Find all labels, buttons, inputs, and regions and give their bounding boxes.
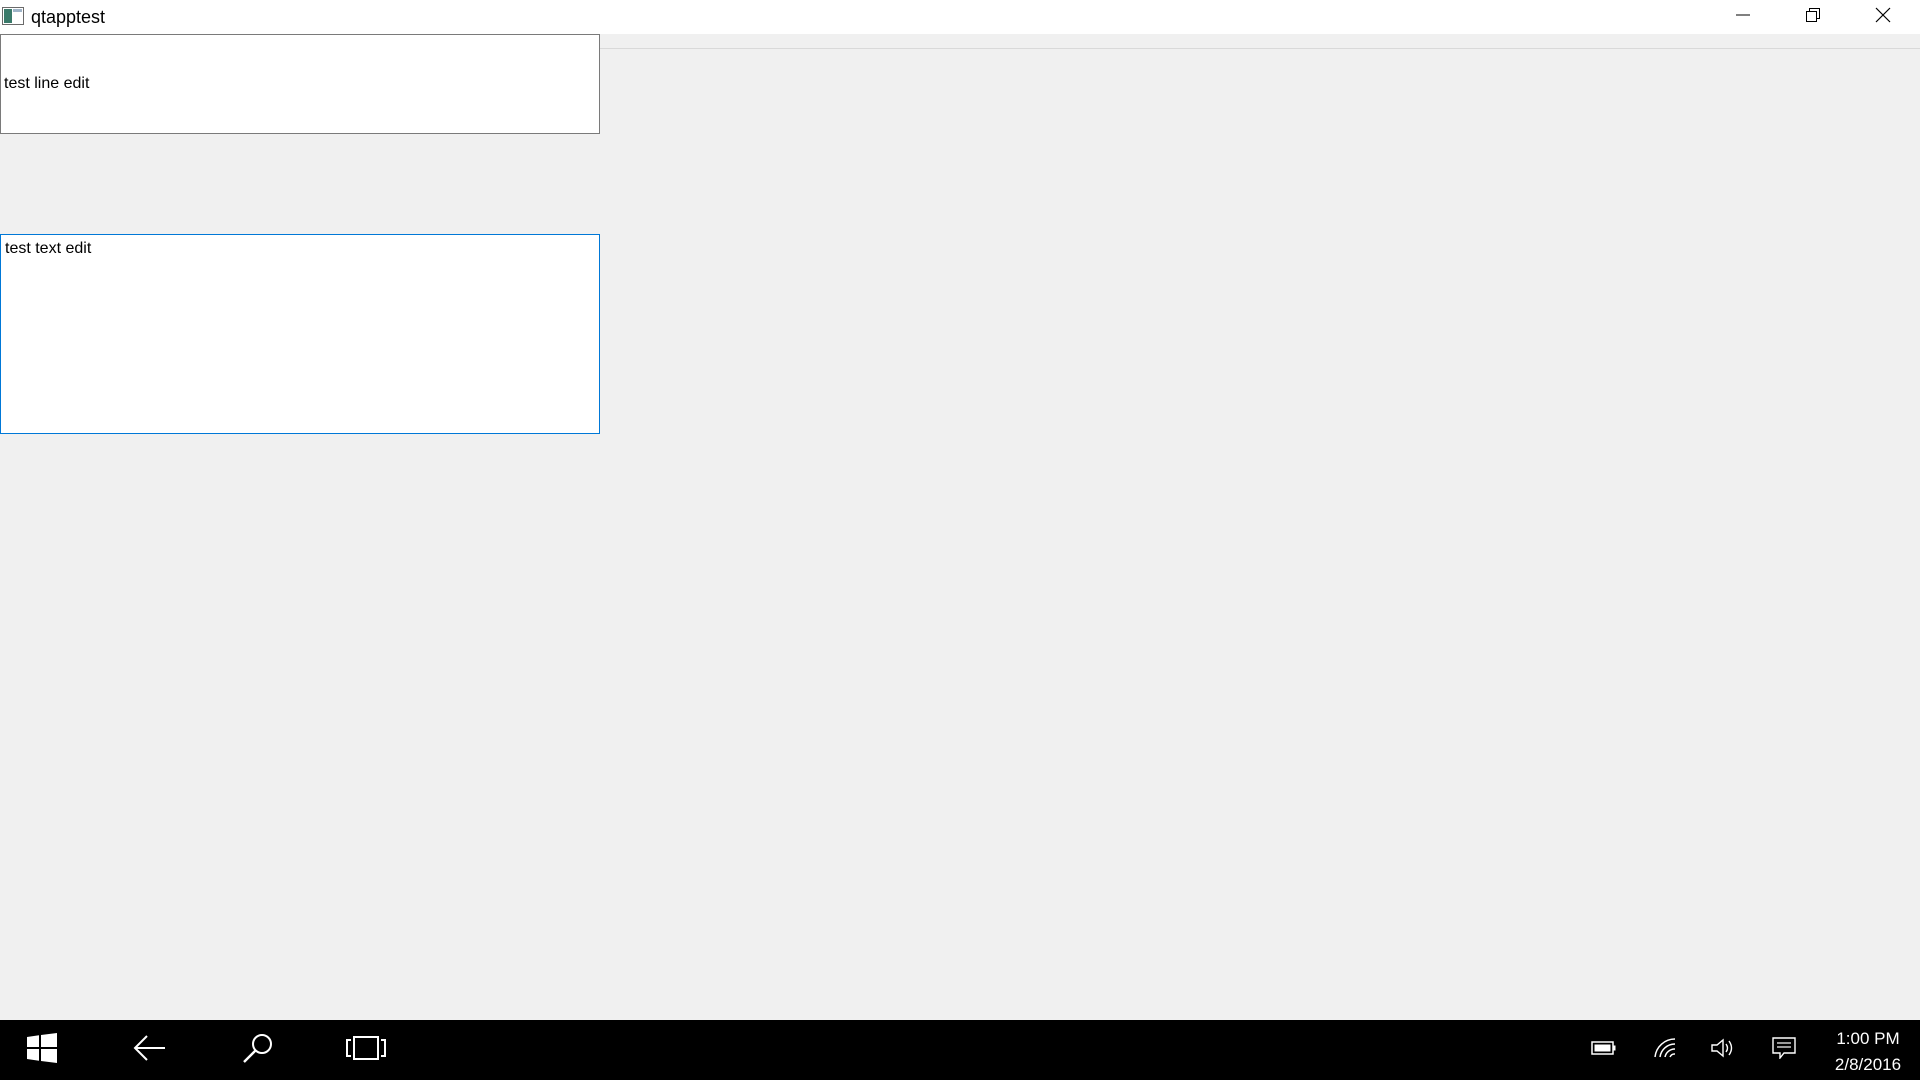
restore-button[interactable] [1778, 0, 1848, 34]
taskbar: 1:00 PM 2/8/2016 [0, 1020, 1920, 1080]
volume-icon [1710, 1037, 1736, 1064]
window-title: qtapptest [31, 7, 106, 27]
back-arrow-icon [133, 1034, 167, 1067]
wifi-icon [1653, 1037, 1677, 1064]
volume-tray-button[interactable] [1699, 1020, 1747, 1080]
action-center-icon [1772, 1036, 1796, 1064]
clock-date: 2/8/2016 [1834, 1055, 1902, 1074]
back-button[interactable] [120, 1020, 180, 1080]
clock-time: 1:00 PM [1836, 1029, 1900, 1048]
maximize-icon [1805, 7, 1821, 28]
search-icon [242, 1032, 274, 1069]
task-view-icon [346, 1035, 386, 1066]
text-edit-area[interactable]: test text edit [0, 234, 600, 434]
start-button[interactable] [12, 1020, 72, 1080]
minimize-button[interactable] [1708, 0, 1778, 34]
line-edit-input[interactable]: test line edit [0, 34, 600, 134]
close-icon [1875, 7, 1891, 28]
network-tray-button[interactable] [1641, 1020, 1689, 1080]
minimize-icon [1735, 7, 1751, 28]
text-edit-value: test text edit [5, 240, 92, 257]
divider-line [600, 48, 1920, 49]
app-icon [2, 7, 24, 25]
window-titlebar[interactable]: qtapptest [0, 0, 1920, 34]
line-edit-value: test line edit [4, 75, 90, 92]
close-button[interactable] [1848, 0, 1918, 34]
battery-tray-button[interactable] [1580, 1020, 1628, 1080]
windows-start-icon [26, 1032, 58, 1069]
taskbar-clock[interactable]: 1:00 PM 2/8/2016 [1818, 1026, 1918, 1078]
search-button[interactable] [228, 1020, 288, 1080]
battery-icon [1591, 1040, 1617, 1061]
action-center-button[interactable] [1760, 1020, 1808, 1080]
task-view-button[interactable] [336, 1020, 396, 1080]
